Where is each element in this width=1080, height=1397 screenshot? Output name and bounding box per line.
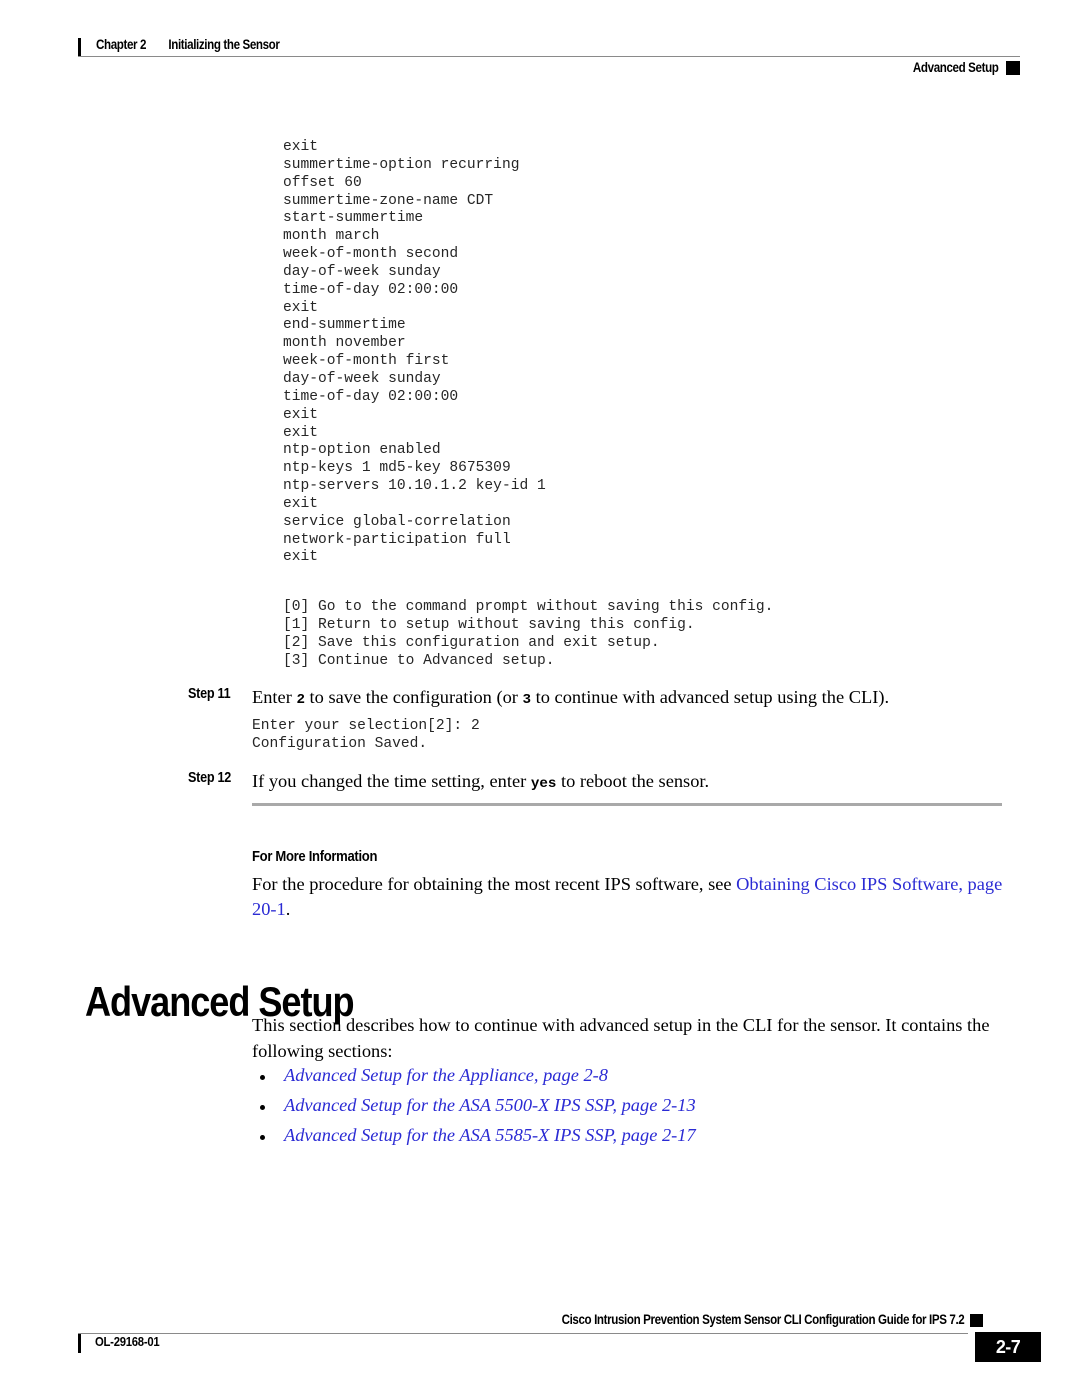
step-12-text-1: If you changed the time setting, enter [252,771,531,791]
page-footer: Cisco Intrusion Prevention System Sensor… [78,1310,1041,1370]
header-chapter-title: Initializing the Sensor [168,37,280,52]
header-chapter-number: Chapter 2 [96,37,147,52]
advanced-setup-asa-5500x-link[interactable]: Advanced Setup for the ASA 5500-X IPS SS… [284,1095,696,1116]
section-intro-paragraph: This section describes how to continue w… [252,1015,990,1061]
list-item: Advanced Setup for the ASA 5585-X IPS SS… [252,1125,992,1155]
section-links-list: Advanced Setup for the Appliance, page 2… [252,1065,992,1155]
advanced-setup-asa-5585x-link[interactable]: Advanced Setup for the ASA 5585-X IPS SS… [284,1125,696,1146]
list-item: Advanced Setup for the ASA 5500-X IPS SS… [252,1095,992,1125]
step-12-text-2: to reboot the sensor. [556,771,710,791]
header-tick-mark [78,38,81,57]
footer-divider-rule [78,1333,968,1334]
footer-tick-mark [78,1334,81,1353]
header-divider-rule [78,56,1020,57]
for-more-information-heading: For More Information [252,848,378,865]
section-divider-rule [252,803,1002,806]
footer-guide-title: Cisco Intrusion Prevention System Sensor… [78,1312,964,1327]
cli-selection-output-code-block: Enter your selection[2]: 2 Configuration… [252,718,480,752]
header-section-name: Advanced Setup [912,60,998,75]
advanced-setup-appliance-link[interactable]: Advanced Setup for the Appliance, page 2… [284,1065,608,1086]
page-header: Chapter 2 Initializing the Sensor Advance… [78,34,1020,78]
bullet-dot-icon [260,1105,265,1110]
cli-menu-options-code-block: [0] Go to the command prompt without sav… [283,599,774,669]
step-12-body: If you changed the time setting, enter y… [252,769,1008,796]
cli-config-code-block: exit summertime-option recurring offset … [283,139,546,566]
step-12-label: Step 12 [188,770,232,786]
header-chapter-info: Chapter 2 Initializing the Sensor [96,37,280,52]
step-11-text-3: to continue with advanced setup using th… [531,687,890,707]
step-11-inline-code-1: 2 [296,692,305,708]
step-11-inline-code-2: 3 [522,692,532,708]
bullet-dot-icon [260,1075,265,1080]
header-square-marker [1006,61,1020,75]
footer-document-id: OL-29168-01 [95,1334,160,1349]
for-more-information-paragraph: For the procedure for obtaining the most… [252,872,1004,922]
step-11-text-2: to save the configuration (or [304,687,523,707]
fmi-paragraph-text: For the procedure for obtaining the most… [252,874,737,894]
footer-guide-title-text: Cisco Intrusion Prevention System Sensor… [561,1312,964,1327]
footer-page-number-box: 2-7 [975,1332,1041,1362]
footer-page-number: 2-7 [995,1337,1021,1357]
step-11-body: Enter 2 to save the configuration (or 3 … [252,685,1008,712]
bullet-dot-icon [260,1135,265,1140]
step-12-inline-code-1: yes [530,776,557,792]
fmi-paragraph-end: . [285,899,291,919]
step-11-label: Step 11 [188,686,231,702]
footer-square-marker [970,1314,983,1327]
list-item: Advanced Setup for the Appliance, page 2… [252,1065,992,1095]
step-11-text-1: Enter [252,687,297,707]
